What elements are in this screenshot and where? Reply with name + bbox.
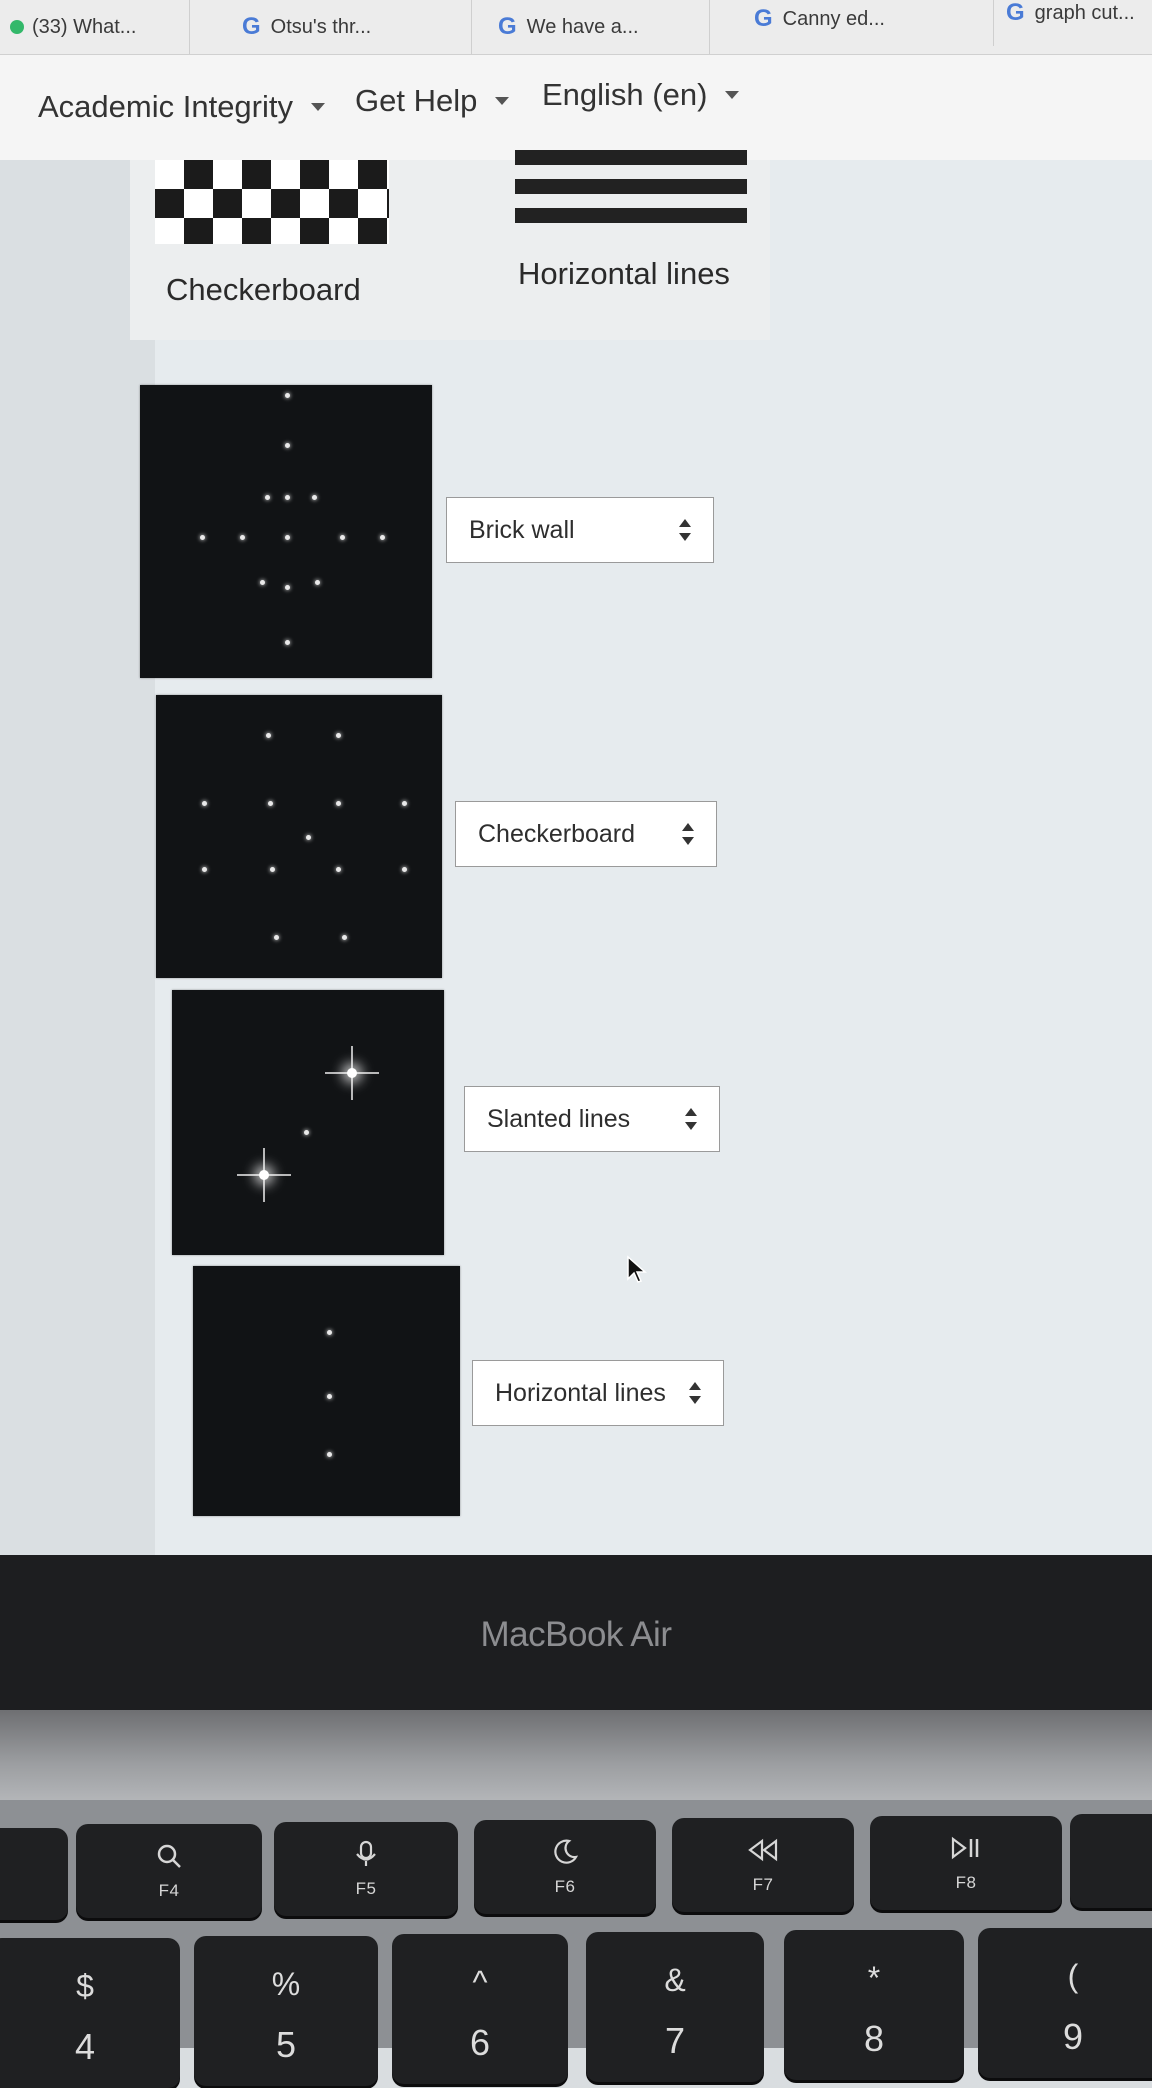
key-number: 9 bbox=[1062, 2016, 1084, 2057]
moon-icon bbox=[554, 1839, 579, 1864]
nav-language[interactable]: English (en) bbox=[542, 77, 740, 113]
key-label: F7 bbox=[752, 1875, 774, 1894]
answer-select-1[interactable]: Brick wall bbox=[446, 497, 714, 563]
fft-spectrum-image bbox=[156, 695, 442, 978]
select-arrows-icon bbox=[685, 1108, 697, 1130]
key-f3[interactable] bbox=[0, 1828, 68, 1920]
bookmark-whatsapp[interactable]: (33) What... bbox=[0, 0, 190, 54]
site-navbar: Academic Integrity Get Help English (en) bbox=[0, 55, 1152, 161]
key-f7[interactable]: F7 bbox=[672, 1818, 854, 1912]
select-arrows-icon bbox=[689, 1382, 701, 1404]
google-icon: G bbox=[1006, 0, 1025, 26]
chevron-down-icon bbox=[311, 103, 325, 111]
bookmark-label: (33) What... bbox=[32, 15, 137, 38]
bookmark-label: We have a... bbox=[526, 15, 639, 38]
nav-academic-integrity[interactable]: Academic Integrity bbox=[38, 89, 325, 125]
google-icon: G bbox=[242, 13, 261, 40]
key-f6[interactable]: F6 bbox=[474, 1820, 656, 1914]
bookmark-we-have[interactable]: G We have a... bbox=[488, 0, 710, 54]
fft-spectrum-image bbox=[172, 990, 444, 1255]
mouse-cursor-icon bbox=[627, 1255, 647, 1283]
key-f5[interactable]: F5 bbox=[274, 1822, 458, 1916]
fft-spectrum-image bbox=[193, 1266, 460, 1516]
key-shift-symbol: & bbox=[664, 1962, 686, 1998]
nav-label: English (en) bbox=[542, 77, 708, 112]
microphone-icon bbox=[356, 1840, 376, 1866]
nav-get-help[interactable]: Get Help bbox=[355, 83, 510, 119]
nav-label: Academic Integrity bbox=[38, 89, 293, 124]
key-number: 5 bbox=[275, 2024, 297, 2065]
quiz-content: Checkerboard Horizontal lines Brick wall bbox=[0, 150, 1152, 1555]
key-label: F5 bbox=[355, 1879, 377, 1898]
answer-select-2[interactable]: Checkerboard bbox=[455, 801, 717, 867]
select-value: Horizontal lines bbox=[495, 1378, 666, 1407]
reference-patterns: Checkerboard Horizontal lines bbox=[130, 150, 770, 340]
checkerboard-pattern-image bbox=[155, 160, 389, 244]
key-shift-symbol: ^ bbox=[472, 1964, 488, 2000]
bookmark-label: graph cut... bbox=[1034, 1, 1135, 24]
key-5[interactable]: % 5 bbox=[194, 1936, 378, 2086]
select-value: Brick wall bbox=[469, 515, 575, 544]
key-number: 8 bbox=[863, 2018, 885, 2059]
key-6[interactable]: ^ 6 bbox=[392, 1934, 568, 2084]
bookmark-graph-cut[interactable]: G graph cut... bbox=[996, 0, 1152, 40]
key-8[interactable]: * 8 bbox=[784, 1930, 964, 2080]
play-pause-icon bbox=[951, 1836, 979, 1860]
whatsapp-icon bbox=[10, 20, 24, 34]
answer-select-4[interactable]: Horizontal lines bbox=[472, 1360, 724, 1426]
bookmark-label: Canny ed... bbox=[782, 7, 885, 30]
laptop-hinge bbox=[0, 1710, 1152, 1800]
bookmark-otsu[interactable]: G Otsu's thr... bbox=[232, 0, 472, 54]
key-4[interactable]: $ 4 bbox=[0, 1938, 180, 2088]
select-value: Checkerboard bbox=[478, 819, 636, 848]
key-label: F6 bbox=[554, 1877, 576, 1896]
key-shift-symbol: % bbox=[271, 1966, 301, 2002]
rewind-icon bbox=[748, 1838, 778, 1862]
nav-label: Get Help bbox=[355, 83, 478, 118]
key-label: F8 bbox=[955, 1873, 977, 1892]
left-rail bbox=[0, 160, 155, 1555]
chevron-down-icon bbox=[725, 91, 740, 99]
key-label: F4 bbox=[158, 1881, 180, 1900]
key-shift-symbol: * bbox=[867, 1960, 881, 1996]
key-shift-symbol: ( bbox=[1067, 1958, 1079, 1994]
key-f8[interactable]: F8 bbox=[870, 1816, 1062, 1910]
select-arrows-icon bbox=[682, 823, 694, 845]
select-value: Slanted lines bbox=[487, 1104, 631, 1133]
key-f4[interactable]: F4 bbox=[76, 1824, 262, 1918]
key-f9[interactable] bbox=[1070, 1814, 1152, 1908]
google-icon: G bbox=[498, 13, 517, 40]
laptop-model-label: MacBook Air bbox=[480, 1615, 672, 1654]
key-7[interactable]: & 7 bbox=[586, 1932, 764, 2082]
key-9[interactable]: ( 9 bbox=[978, 1928, 1152, 2078]
key-number: 4 bbox=[74, 2026, 96, 2067]
bookmark-label: Otsu's thr... bbox=[270, 15, 372, 38]
legend-label-checkerboard: Checkerboard bbox=[166, 272, 361, 307]
key-number: 7 bbox=[664, 2020, 686, 2061]
legend-label-horizontal-lines: Horizontal lines bbox=[518, 256, 730, 291]
bookmark-canny[interactable]: G Canny ed... bbox=[744, 0, 994, 46]
bookmarks-bar: (33) What... G Otsu's thr... G We have a… bbox=[0, 0, 1152, 55]
keyboard-deck: F4 F5 F6 F7 F8 $ 4 % 5 ^ 6 & 7 * 8 (9 bbox=[0, 1800, 1152, 2088]
answer-select-3[interactable]: Slanted lines bbox=[464, 1086, 720, 1152]
select-arrows-icon bbox=[679, 519, 691, 541]
laptop-bezel: MacBook Air bbox=[0, 1555, 1152, 1710]
chevron-down-icon bbox=[495, 97, 510, 105]
fft-spectrum-image bbox=[140, 385, 432, 678]
key-number: 6 bbox=[469, 2022, 491, 2063]
google-icon: G bbox=[754, 5, 773, 32]
search-icon bbox=[157, 1844, 181, 1868]
key-shift-symbol: $ bbox=[76, 1968, 94, 2004]
horizontal-lines-pattern-image bbox=[515, 150, 747, 242]
